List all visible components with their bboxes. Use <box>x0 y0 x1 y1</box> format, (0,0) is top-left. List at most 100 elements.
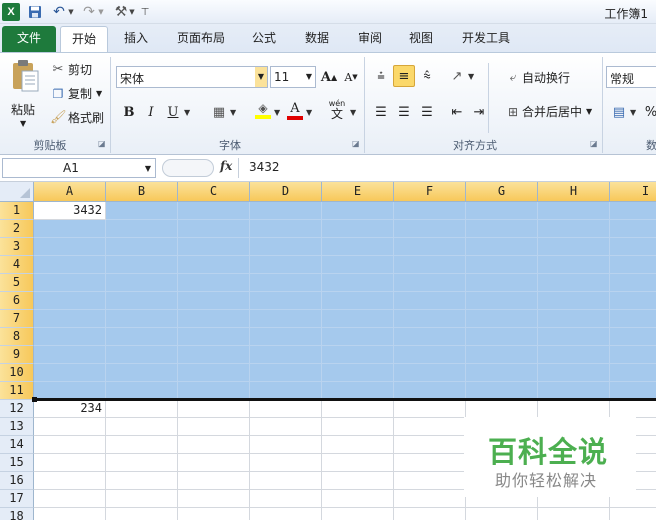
cell-e10[interactable] <box>322 364 394 382</box>
cell-b1[interactable] <box>106 202 178 220</box>
cell-h8[interactable] <box>538 328 610 346</box>
cell-c15[interactable] <box>178 454 250 472</box>
column-header-c[interactable]: C <box>178 182 250 202</box>
cell-a5[interactable] <box>34 274 106 292</box>
cell-c12[interactable] <box>178 400 250 418</box>
cell-a13[interactable] <box>34 418 106 436</box>
cell-e6[interactable] <box>322 292 394 310</box>
row-header-10[interactable]: 10 <box>0 364 34 382</box>
merge-center-button[interactable]: ⊞ 合并后居中 ▼ <box>504 103 592 120</box>
column-header-a[interactable]: A <box>34 182 106 202</box>
increase-indent-button[interactable]: ⇥ <box>468 101 490 123</box>
font-name-dropdown-icon[interactable]: ▼ <box>255 67 267 87</box>
column-header-g[interactable]: G <box>466 182 538 202</box>
cell-a6[interactable] <box>34 292 106 310</box>
cell-e15[interactable] <box>322 454 394 472</box>
cell-g18[interactable] <box>466 508 538 520</box>
font-color-button[interactable]: A <box>284 99 306 121</box>
cell-b16[interactable] <box>106 472 178 490</box>
cell-g4[interactable] <box>466 256 538 274</box>
align-bottom-button[interactable]: ⩯ <box>416 65 438 87</box>
cell-e18[interactable] <box>322 508 394 520</box>
cell-b8[interactable] <box>106 328 178 346</box>
cell-d2[interactable] <box>250 220 322 238</box>
cell-i3[interactable] <box>610 238 656 256</box>
paste-button[interactable]: 粘贴 ▼ <box>6 59 44 129</box>
orientation-button[interactable]: ↗ <box>446 65 468 87</box>
cell-c3[interactable] <box>178 238 250 256</box>
cell-i12[interactable] <box>610 400 656 418</box>
font-size-select[interactable]: 11 ▼ <box>270 66 316 88</box>
italic-button[interactable]: I <box>140 101 162 123</box>
row-header-7[interactable]: 7 <box>0 310 34 328</box>
cell-a18[interactable] <box>34 508 106 520</box>
cell-c10[interactable] <box>178 364 250 382</box>
cell-a14[interactable] <box>34 436 106 454</box>
redo-icon[interactable]: ↷ <box>80 3 98 21</box>
cell-b7[interactable] <box>106 310 178 328</box>
cell-i9[interactable] <box>610 346 656 364</box>
cell-d4[interactable] <box>250 256 322 274</box>
cell-c9[interactable] <box>178 346 250 364</box>
cell-f16[interactable] <box>394 472 466 490</box>
save-icon[interactable] <box>26 3 44 21</box>
row-header-3[interactable]: 3 <box>0 238 34 256</box>
column-header-h[interactable]: H <box>538 182 610 202</box>
cell-g3[interactable] <box>466 238 538 256</box>
fill-handle[interactable] <box>32 397 37 402</box>
cell-c18[interactable] <box>178 508 250 520</box>
cell-c5[interactable] <box>178 274 250 292</box>
tab-file[interactable]: 文件 <box>2 26 56 52</box>
grow-font-button[interactable]: A ▲ <box>318 66 340 88</box>
align-center-button[interactable]: ☰ <box>393 101 415 123</box>
cell-b5[interactable] <box>106 274 178 292</box>
cell-e16[interactable] <box>322 472 394 490</box>
row-header-6[interactable]: 6 <box>0 292 34 310</box>
column-header-b[interactable]: B <box>106 182 178 202</box>
tools-dropdown-icon[interactable]: ▼ <box>128 3 136 21</box>
cell-i4[interactable] <box>610 256 656 274</box>
cell-d5[interactable] <box>250 274 322 292</box>
cell-d16[interactable] <box>250 472 322 490</box>
row-header-1[interactable]: 1 <box>0 202 34 220</box>
fill-color-button[interactable]: ◈ <box>252 99 274 121</box>
row-header-11[interactable]: 11 <box>0 382 34 400</box>
cell-h2[interactable] <box>538 220 610 238</box>
cell-h18[interactable] <box>538 508 610 520</box>
cell-h10[interactable] <box>538 364 610 382</box>
cell-f18[interactable] <box>394 508 466 520</box>
phonetic-button[interactable]: wén 文 <box>326 99 348 121</box>
cell-d17[interactable] <box>250 490 322 508</box>
cell-f3[interactable] <box>394 238 466 256</box>
cell-d15[interactable] <box>250 454 322 472</box>
cell-b3[interactable] <box>106 238 178 256</box>
cell-i1[interactable] <box>610 202 656 220</box>
cell-e7[interactable] <box>322 310 394 328</box>
cell-a3[interactable] <box>34 238 106 256</box>
cell-i2[interactable] <box>610 220 656 238</box>
cell-d8[interactable] <box>250 328 322 346</box>
cell-d12[interactable] <box>250 400 322 418</box>
row-header-9[interactable]: 9 <box>0 346 34 364</box>
cell-d3[interactable] <box>250 238 322 256</box>
excel-logo-icon[interactable]: X <box>2 3 20 21</box>
cell-d18[interactable] <box>250 508 322 520</box>
bold-button[interactable]: B <box>118 101 140 123</box>
column-header-i[interactable]: I <box>610 182 656 202</box>
cell-c13[interactable] <box>178 418 250 436</box>
cell-b17[interactable] <box>106 490 178 508</box>
cell-b4[interactable] <box>106 256 178 274</box>
cell-a9[interactable] <box>34 346 106 364</box>
cell-e4[interactable] <box>322 256 394 274</box>
row-header-13[interactable]: 13 <box>0 418 34 436</box>
cell-b13[interactable] <box>106 418 178 436</box>
row-header-18[interactable]: 18 <box>0 508 34 520</box>
name-box[interactable]: A1 ▼ <box>2 158 156 178</box>
accounting-format-button[interactable]: ▤ <box>608 101 630 123</box>
format-painter-button[interactable]: 🖌 格式刷 <box>50 109 104 126</box>
cell-a16[interactable] <box>34 472 106 490</box>
cell-f17[interactable] <box>394 490 466 508</box>
cell-e12[interactable] <box>322 400 394 418</box>
cell-a1[interactable]: 3432 <box>34 202 106 220</box>
cell-f12[interactable] <box>394 400 466 418</box>
